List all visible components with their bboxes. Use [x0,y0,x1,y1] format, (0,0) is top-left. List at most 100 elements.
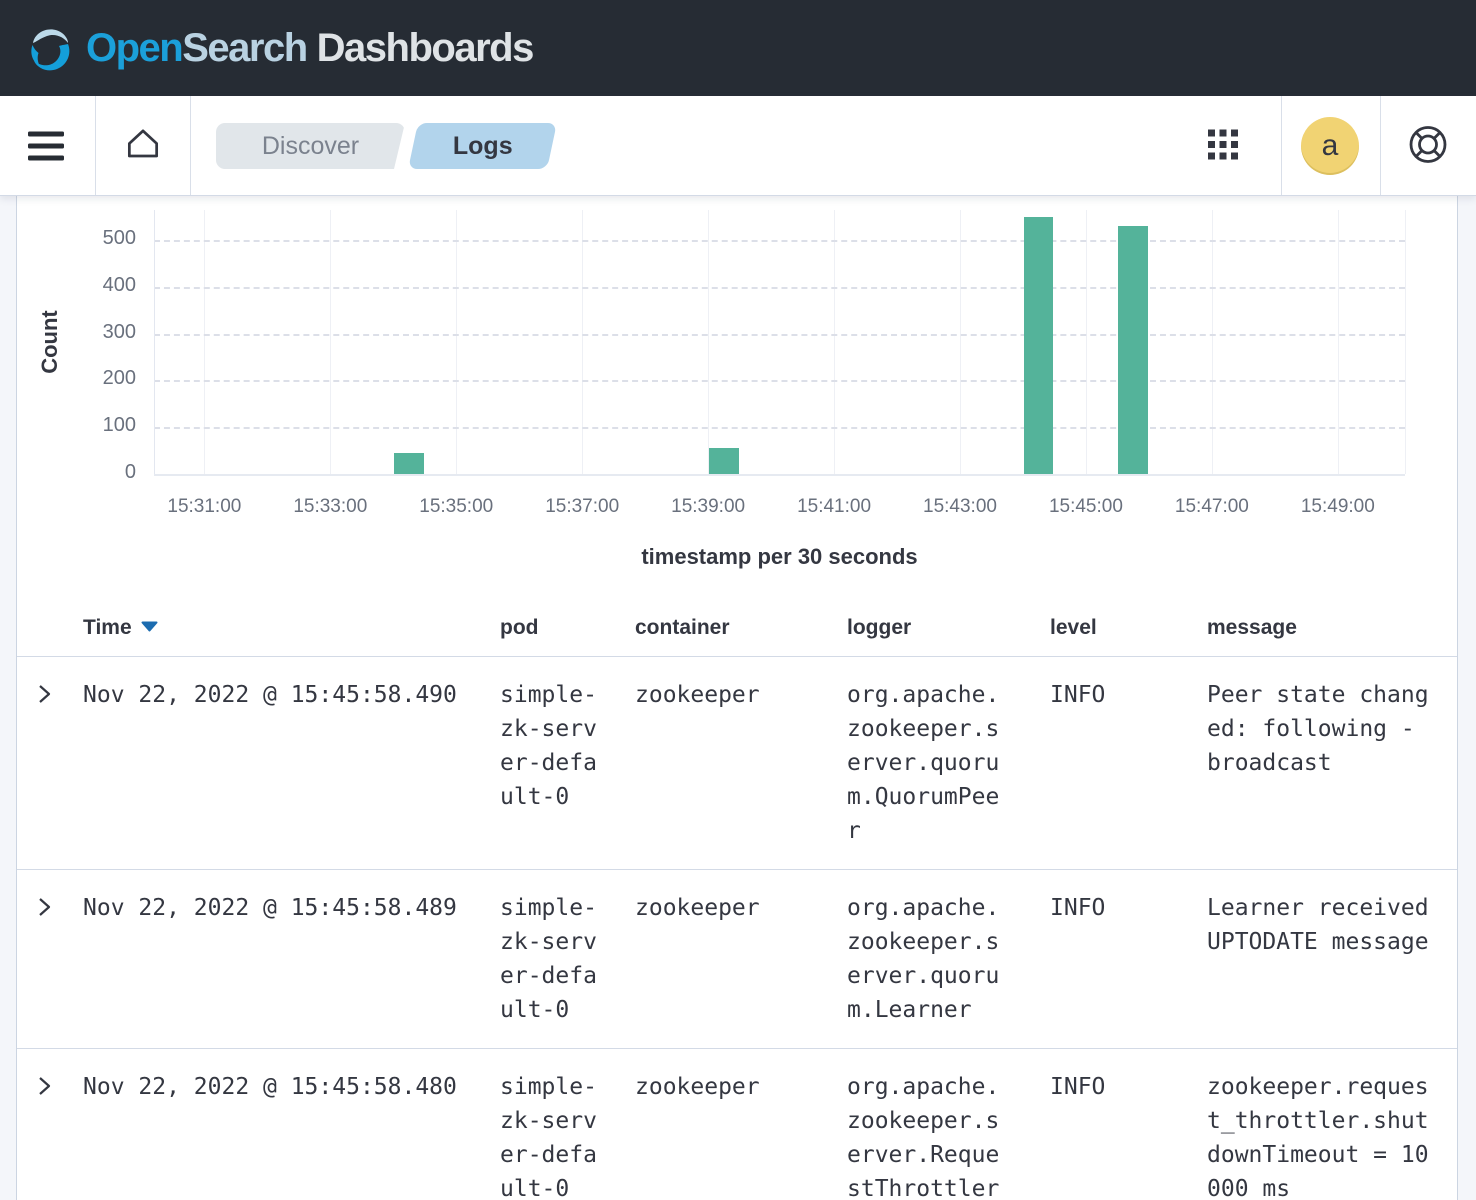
vertical-gridline [834,210,835,474]
vertical-gridline [1086,210,1087,474]
nav-divider [1380,96,1381,195]
table-body: Nov 22, 2022 @ 15:45:58.490simple-zk-ser… [17,657,1457,1200]
vertical-gridline [1405,210,1406,474]
table-row: Nov 22, 2022 @ 15:45:58.490simple-zk-ser… [17,657,1457,870]
cell-logger: org.apache.zookeeper.server.RequestThrot… [847,1070,1050,1200]
vertical-gridline [204,210,205,474]
column-header-container[interactable]: container [635,616,847,640]
cell-logger: org.apache.zookeeper.server.quorum.Quoru… [847,678,1050,848]
y-axis-line [154,210,155,474]
breadcrumb-discover[interactable]: Discover [216,123,405,169]
cell-message: Peer state changed: following - broadcas… [1207,678,1457,848]
horizontal-gridline [154,334,1405,336]
expand-row-button[interactable] [36,1075,53,1100]
home-button[interactable] [122,123,164,168]
opensearch-logo-icon [24,22,76,74]
histogram-bar[interactable] [709,448,738,474]
x-axis-line [154,474,1405,476]
chevron-right-icon [36,1075,53,1097]
vertical-gridline [708,210,709,474]
x-axis-tick-label: 15:31:00 [139,496,269,518]
column-header-logger[interactable]: logger [847,616,1050,640]
column-header-message[interactable]: message [1207,616,1457,640]
help-button[interactable] [1406,122,1450,169]
cell-container: zookeeper [635,1070,847,1200]
column-header-pod[interactable]: pod [500,616,635,640]
nav-divider [1281,96,1282,195]
horizontal-gridline [154,240,1405,242]
logo-word-search: Search [182,26,306,70]
vertical-gridline [960,210,961,474]
expand-row-button[interactable] [36,683,53,708]
histogram-bar[interactable] [1024,217,1053,474]
cell-time: Nov 22, 2022 @ 15:45:58.489 [83,891,500,1027]
user-avatar[interactable]: a [1301,117,1359,175]
cell-pod: simple-zk-server-default-0 [500,891,635,1027]
discover-panel: 15:31:0015:33:0015:35:0015:37:0015:39:00… [16,196,1458,1200]
cell-expand [17,1070,83,1200]
chevron-right-icon [36,683,53,705]
histogram-bar[interactable] [394,453,423,474]
help-lifering-icon [1406,122,1450,166]
home-icon [122,123,164,165]
vertical-gridline [456,210,457,474]
product-title: OpenSearchDashboards [86,26,533,71]
histogram-bar[interactable] [1118,226,1147,474]
horizontal-gridline [154,427,1405,429]
y-axis-title: Count [37,310,63,374]
column-header-level[interactable]: level [1050,616,1207,640]
cell-pod: simple-zk-server-default-0 [500,1070,635,1200]
horizontal-gridline [154,287,1405,289]
cell-logger: org.apache.zookeeper.server.quorum.Learn… [847,891,1050,1027]
cell-expand [17,678,83,848]
y-axis-tick-label: 500 [36,227,136,250]
breadcrumb-logs[interactable]: Logs [408,123,557,169]
column-header-time[interactable]: Time [83,616,500,640]
y-axis-tick-label: 0 [36,461,136,484]
x-axis-tick-label: 15:41:00 [769,496,899,518]
x-axis-title: timestamp per 30 seconds [154,544,1405,570]
vertical-gridline [330,210,331,474]
cell-message: zookeeper.request_throttler.shutdownTime… [1207,1070,1457,1200]
opensearch-logo: OpenSearchDashboards [24,22,533,74]
apps-menu-button[interactable] [1206,127,1240,164]
cell-time: Nov 22, 2022 @ 15:45:58.480 [83,1070,500,1200]
vertical-gridline [1212,210,1213,474]
sort-desc-icon [141,621,158,632]
breadcrumbs: Discover Logs [216,123,552,169]
cell-container: zookeeper [635,891,847,1027]
cell-container: zookeeper [635,678,847,848]
avatar-initial: a [1322,129,1339,163]
logo-word-dashboards: Dashboards [317,26,533,70]
nav-divider [190,96,191,195]
y-axis-tick-label: 400 [36,274,136,297]
x-axis-tick-label: 15:47:00 [1147,496,1277,518]
cell-level: INFO [1050,678,1207,848]
cell-level: INFO [1050,891,1207,1027]
breadcrumb-label: Logs [453,132,513,161]
x-axis-tick-label: 15:33:00 [265,496,395,518]
table-header-row: Time pod container logger level message [17,600,1457,657]
x-axis-tick-label: 15:39:00 [643,496,773,518]
table-row: Nov 22, 2022 @ 15:45:58.489simple-zk-ser… [17,870,1457,1049]
cell-expand [17,891,83,1027]
cell-pod: simple-zk-server-default-0 [500,678,635,848]
histogram-chart: 15:31:0015:33:0015:35:0015:37:0015:39:00… [17,196,1457,600]
apps-grid-icon [1206,127,1240,161]
nav-divider [95,96,96,195]
table-row: Nov 22, 2022 @ 15:45:58.480simple-zk-ser… [17,1049,1457,1200]
horizontal-gridline [154,380,1405,382]
expand-row-button[interactable] [36,896,53,921]
app-header: OpenSearchDashboards [0,0,1476,96]
menu-button[interactable] [28,124,64,167]
cell-level: INFO [1050,1070,1207,1200]
x-axis-tick-label: 15:37:00 [517,496,647,518]
x-axis-tick-label: 15:45:00 [1021,496,1151,518]
y-axis-tick-label: 100 [36,414,136,437]
cell-time: Nov 22, 2022 @ 15:45:58.490 [83,678,500,848]
top-navbar: Discover Logs a [0,96,1476,196]
cell-message: Learner received UPTODATE message [1207,891,1457,1027]
hamburger-icon [28,131,64,136]
vertical-gridline [1338,210,1339,474]
x-axis-tick-label: 15:49:00 [1273,496,1403,518]
